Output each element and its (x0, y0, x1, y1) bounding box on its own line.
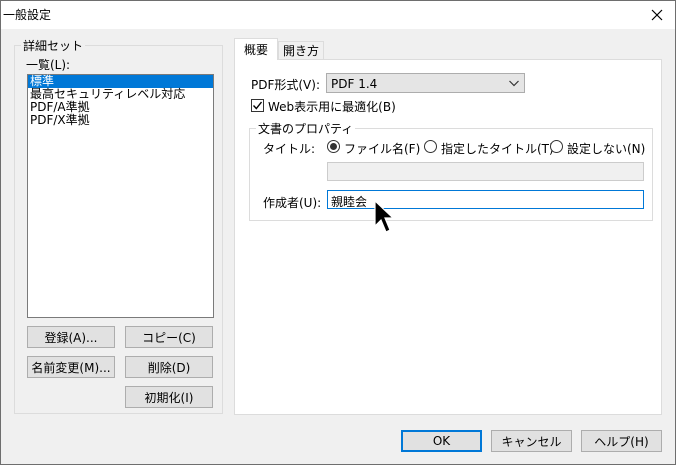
copy-button[interactable]: コピー(C) (125, 326, 213, 348)
pdf-format-label: PDF形式(V): (251, 78, 320, 92)
reset-button[interactable]: 初期化(I) (125, 386, 213, 408)
ok-button[interactable]: OK (401, 430, 482, 452)
preset-group-label: 詳細セット (21, 37, 86, 54)
delete-button[interactable]: 削除(D) (125, 356, 213, 378)
pdf-format-value: PDF 1.4 (331, 77, 378, 91)
tab-open-method[interactable]: 開き方 (278, 41, 324, 60)
close-icon (651, 9, 663, 21)
author-input[interactable]: 親睦会 (327, 190, 644, 209)
title-specified-radio[interactable] (424, 140, 437, 153)
cancel-button[interactable]: キャンセル (491, 430, 572, 452)
title-filename-radio[interactable] (327, 140, 340, 153)
register-button[interactable]: 登録(A)... (27, 326, 115, 348)
title-text-input[interactable] (327, 162, 644, 181)
preset-list-label: 一覧(L): (26, 58, 71, 72)
tab-overview[interactable]: 概要 (234, 38, 278, 60)
radio-dot (330, 143, 337, 150)
title-none-label[interactable]: 設定しない(N) (567, 140, 645, 157)
checkmark-icon (253, 101, 262, 110)
pdf-format-select[interactable]: PDF 1.4 (326, 73, 525, 93)
author-value: 親睦会 (331, 195, 368, 209)
close-button[interactable] (639, 1, 675, 29)
author-label: 作成者(U): (263, 196, 322, 210)
web-optimize-label[interactable]: Web表示用に最適化(B) (268, 98, 396, 115)
chevron-down-icon (509, 80, 519, 87)
title-label: タイトル: (263, 142, 316, 156)
title-none-radio[interactable] (550, 140, 563, 153)
doc-props-label: 文書のプロパティ (256, 120, 356, 137)
title-bar[interactable]: 一般設定 (1, 1, 675, 29)
dialog-window: 一般設定 詳細セット 一覧(L): 標準 最高セキュリティレベル対応 PDF/A… (0, 0, 676, 465)
rename-button[interactable]: 名前変更(M)... (27, 356, 115, 378)
preset-list[interactable]: 標準 最高セキュリティレベル対応 PDF/A準拠 PDF/X準拠 (27, 74, 214, 318)
web-optimize-checkbox[interactable] (251, 99, 264, 112)
title-specified-label[interactable]: 指定したタイトル(T) (441, 140, 554, 157)
title-filename-label[interactable]: ファイル名(F) (344, 140, 420, 157)
help-button[interactable]: ヘルプ(H) (581, 430, 662, 452)
list-item[interactable]: PDF/X準拠 (28, 114, 213, 127)
window-title: 一般設定 (3, 8, 52, 22)
